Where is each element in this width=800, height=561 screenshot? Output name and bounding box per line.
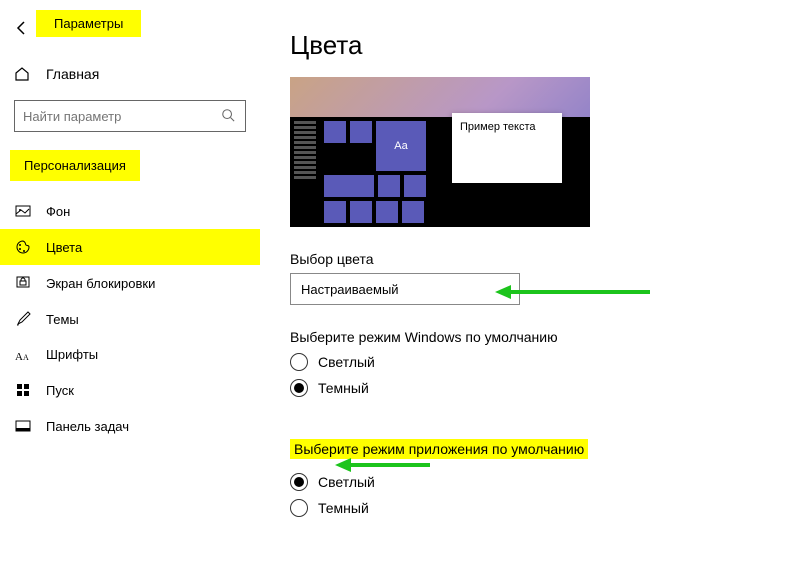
nav-label: Панель задач bbox=[46, 419, 129, 434]
nav-label: Шрифты bbox=[46, 347, 98, 362]
home-link[interactable]: Главная bbox=[0, 58, 260, 90]
start-icon bbox=[14, 382, 32, 398]
brush-icon bbox=[14, 311, 32, 327]
radio-icon bbox=[290, 353, 308, 371]
preview-tile-aa: Aa bbox=[376, 121, 426, 171]
search-input[interactable] bbox=[23, 109, 221, 124]
back-button[interactable] bbox=[8, 14, 36, 42]
nav-item-themes[interactable]: Темы bbox=[0, 301, 260, 337]
annotation-arrow-1 bbox=[495, 282, 655, 302]
radio-label: Светлый bbox=[318, 474, 375, 490]
search-icon bbox=[221, 108, 237, 125]
nav-item-taskbar[interactable]: Панель задач bbox=[0, 408, 260, 444]
home-icon bbox=[14, 66, 32, 82]
theme-preview: Aa Пример текста bbox=[290, 77, 590, 227]
radio-icon bbox=[290, 379, 308, 397]
windows-mode-dark[interactable]: Темный bbox=[290, 379, 780, 397]
arrow-left-icon bbox=[14, 20, 30, 36]
section-label: Персонализация bbox=[10, 150, 140, 181]
radio-label: Темный bbox=[318, 380, 369, 396]
sidebar: Параметры Главная Персонализация Фон Цве… bbox=[0, 0, 260, 561]
annotation-arrow-2 bbox=[335, 455, 435, 475]
nav-item-fonts[interactable]: AA Шрифты bbox=[0, 337, 260, 372]
nav-label: Темы bbox=[46, 312, 79, 327]
windows-mode-label: Выберите режим Windows по умолчанию bbox=[290, 329, 780, 345]
app-mode-dark[interactable]: Темный bbox=[290, 499, 780, 517]
color-choice-select[interactable]: Настраиваемый ⌄ bbox=[290, 273, 520, 305]
app-title: Параметры bbox=[36, 10, 141, 37]
radio-label: Темный bbox=[318, 500, 369, 516]
color-choice-value: Настраиваемый bbox=[301, 282, 399, 297]
main-content: Цвета Aa Пример текста Выбор ц bbox=[260, 0, 800, 561]
app-mode-light[interactable]: Светлый bbox=[290, 473, 780, 491]
page-title: Цвета bbox=[290, 30, 780, 61]
nav-label: Цвета bbox=[46, 240, 82, 255]
nav-label: Пуск bbox=[46, 383, 74, 398]
color-choice-label: Выбор цвета bbox=[290, 251, 780, 267]
font-icon: AA bbox=[14, 348, 32, 362]
svg-text:A: A bbox=[15, 351, 23, 362]
home-label: Главная bbox=[46, 66, 99, 82]
radio-icon bbox=[290, 499, 308, 517]
radio-label: Светлый bbox=[318, 354, 375, 370]
nav-label: Фон bbox=[46, 204, 70, 219]
taskbar-icon bbox=[14, 418, 32, 434]
search-input-wrapper[interactable] bbox=[14, 100, 246, 132]
nav-item-lockscreen[interactable]: Экран блокировки bbox=[0, 265, 260, 301]
nav-item-background[interactable]: Фон bbox=[0, 193, 260, 229]
svg-text:A: A bbox=[23, 353, 29, 362]
palette-icon bbox=[14, 239, 32, 255]
image-icon bbox=[14, 203, 32, 219]
radio-icon bbox=[290, 473, 308, 491]
nav-item-start[interactable]: Пуск bbox=[0, 372, 260, 408]
preview-window: Пример текста bbox=[452, 113, 562, 183]
nav-item-colors[interactable]: Цвета bbox=[0, 229, 260, 265]
windows-mode-light[interactable]: Светлый bbox=[290, 353, 780, 371]
lock-screen-icon bbox=[14, 275, 32, 291]
nav-label: Экран блокировки bbox=[46, 276, 155, 291]
